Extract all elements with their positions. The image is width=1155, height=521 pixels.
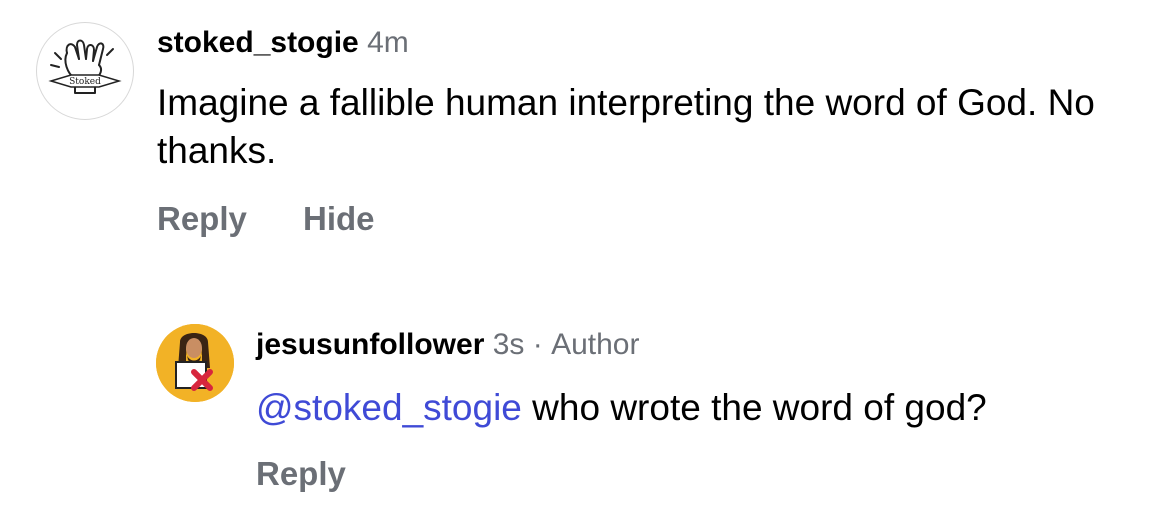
timestamp: 4m <box>367 26 409 59</box>
mention-link[interactable]: @stoked_stogie <box>256 387 522 428</box>
avatar[interactable] <box>156 324 234 402</box>
reply-button[interactable]: Reply <box>256 455 346 493</box>
username[interactable]: stoked_stogie <box>157 26 359 59</box>
reply-button[interactable]: Reply <box>157 200 247 238</box>
comment-author[interactable]: jesusunfollower 3s · Author <box>256 328 639 362</box>
shaka-hand-logo-icon: Stoked <box>48 39 122 94</box>
author-badge: Author <box>551 328 640 361</box>
comment-author[interactable]: stoked_stogie 4m <box>157 26 409 60</box>
meta-separator: · <box>532 328 543 361</box>
comment-text: Imagine a fallible human interpreting th… <box>157 82 1095 171</box>
comment-text: @stoked_stogie who wrote the word of god… <box>256 384 1146 432</box>
logo-text: Stoked <box>69 77 101 87</box>
avatar[interactable]: Stoked <box>36 22 134 120</box>
comment-text-body: who wrote the word of god? <box>521 387 987 428</box>
hide-button[interactable]: Hide <box>303 200 375 238</box>
username[interactable]: jesusunfollower <box>256 328 484 361</box>
timestamp: 3s <box>492 328 525 361</box>
jesus-unfollow-avatar-icon <box>156 324 234 402</box>
